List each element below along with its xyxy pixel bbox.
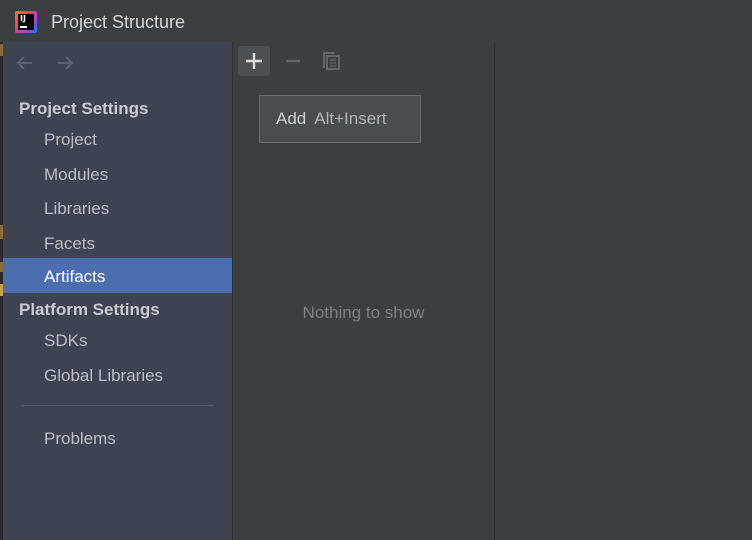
title-bar[interactable]: IJ Project Structure (0, 0, 752, 42)
sidebar-item-facets[interactable]: Facets (3, 227, 232, 261)
back-arrow-glyph (16, 56, 32, 70)
intellij-app-icon: IJ (15, 11, 37, 33)
arrow-right-icon[interactable] (54, 52, 76, 74)
artifact-details-panel (495, 42, 752, 540)
sidebar-divider (22, 405, 214, 406)
arrow-left-icon[interactable] (14, 52, 36, 74)
sidebar-item-project[interactable]: Project (3, 123, 232, 157)
sidebar-item-sdks[interactable]: SDKs (3, 324, 232, 358)
minus-icon (286, 59, 300, 63)
project-settings-header: Project Settings (19, 99, 149, 118)
plus-icon (246, 53, 262, 69)
sidebar-item-problems[interactable]: Problems (3, 422, 232, 456)
remove-button[interactable] (277, 46, 309, 76)
sidebar-item-modules[interactable]: Modules (3, 158, 232, 192)
sidebar-item-libraries[interactable]: Libraries (3, 192, 232, 226)
tooltip-action: Add (276, 109, 307, 128)
forward-arrow-glyph (58, 56, 74, 70)
sidebar-item-artifacts[interactable]: Artifacts (3, 258, 232, 293)
add-button[interactable] (238, 46, 270, 76)
sidebar-item-global-libraries[interactable]: Global Libraries (3, 359, 232, 393)
copy-icon (323, 52, 340, 70)
add-tooltip: Add Alt+Insert (259, 95, 421, 143)
app-icon-letters: IJ (18, 14, 34, 30)
project-structure-window: IJ Project Structure Project Settings Pr… (0, 0, 752, 540)
copy-button[interactable] (316, 46, 348, 76)
window-title: Project Structure (51, 12, 186, 32)
tooltip-shortcut: Alt+Insert (314, 109, 387, 128)
empty-list-message: Nothing to show (302, 303, 425, 322)
platform-settings-header: Platform Settings (19, 300, 160, 319)
